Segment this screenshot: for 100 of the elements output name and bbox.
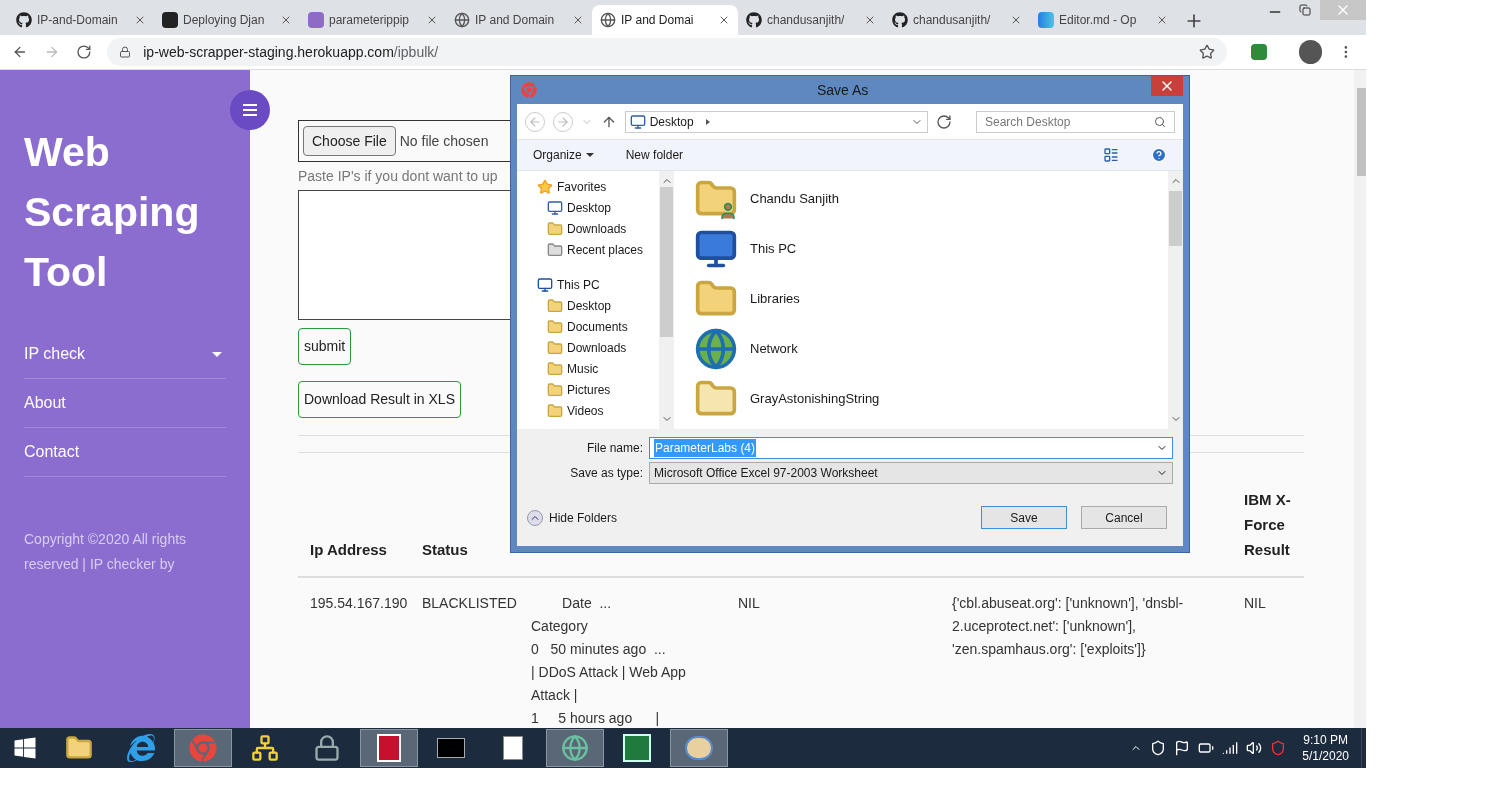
tree-item[interactable]: Desktop [537,295,659,316]
close-icon[interactable] [1010,14,1022,26]
folder-icon [547,297,563,314]
download-button[interactable]: Download Result in XLS [298,381,461,418]
computer-icon [537,276,553,293]
close-icon[interactable] [280,14,292,26]
close-icon[interactable] [426,14,438,26]
flag-icon[interactable] [1174,740,1191,756]
battery-icon[interactable] [1198,740,1215,756]
monitor-icon [629,113,646,130]
tree-item[interactable]: Documents [537,316,659,337]
file-type-dropdown[interactable]: Microsoft Office Excel 97-2003 Worksheet [649,462,1173,484]
file-list-item[interactable]: GrayAstonishingString [694,374,1168,424]
table-cell: BLACKLISTED [422,595,517,611]
globe-icon [454,12,470,28]
tab-title: chandusanjith/ [767,12,845,29]
browser-tab[interactable]: chandusanjith/ [738,5,884,35]
globe-icon [561,734,589,762]
github-icon [746,12,762,28]
nav-link[interactable]: About [24,379,226,428]
avatar[interactable] [1298,40,1323,64]
terminal-icon [437,738,465,758]
browser-tab[interactable]: IP and Domain [446,5,592,35]
tab-title: Editor.md - Op [1059,12,1137,29]
browser-tab[interactable]: IP and Domai [592,5,738,35]
toolbar-button[interactable]: New folder [625,146,684,164]
browser-icon [127,734,155,762]
browser-tab[interactable]: Deploying Djan [154,5,300,35]
cancel-button[interactable]: Cancel [1081,506,1167,529]
refresh-icon[interactable] [936,113,952,130]
toolbar-button[interactable]: Organize [533,146,594,164]
scroll-thumb[interactable] [660,187,673,337]
scrollbar[interactable] [659,171,674,429]
close-icon[interactable] [1156,14,1168,26]
close-icon[interactable] [718,14,730,26]
file-list-item[interactable]: Chandu Sanjith [694,174,1168,224]
recent-folder-icon [547,241,563,258]
browser-tab[interactable]: chandusanjith/ [884,5,1030,35]
reload-icon[interactable] [75,44,92,60]
file-status: No file chosen [399,131,489,151]
view-options-icon[interactable] [1103,147,1119,163]
file-list-item[interactable]: Network [694,324,1168,374]
scrollbar[interactable] [1168,171,1183,429]
download-folder-icon [547,220,563,237]
tree-item[interactable]: Desktop [537,197,659,218]
file-list-item[interactable]: Libraries [694,274,1168,324]
bookmark-star-icon[interactable] [1198,44,1215,60]
close-button[interactable] [1151,76,1183,96]
field-label: File name: [585,440,643,457]
close-icon[interactable] [134,14,146,26]
tree-item[interactable]: Music [537,358,659,379]
folder-icon [547,402,563,419]
shield-icon[interactable] [1150,740,1167,756]
scrollbar[interactable] [1354,70,1366,728]
choose-file-button[interactable]: Choose File [303,126,396,156]
folder-icon [547,360,563,377]
help-icon[interactable] [1151,147,1167,163]
tree-item[interactable]: This PC [537,274,659,295]
tree-item[interactable]: Downloads [537,218,659,239]
monitor-icon [547,199,563,216]
lock-icon [119,46,132,58]
signal-icon[interactable] [1222,740,1239,756]
folder-icon [547,381,563,398]
field-label: Save as type: [569,465,643,482]
table-cell: NIL [1244,595,1266,611]
tree-item[interactable]: Pictures [537,379,659,400]
star-icon [537,178,553,195]
hide-folders-button[interactable]: Hide Folders [527,508,618,527]
tree-item[interactable]: Recent places [537,239,659,260]
volume-icon[interactable] [1246,740,1263,756]
browser-tab[interactable]: Editor.md - Op [1030,5,1176,35]
browser-icon [521,82,537,98]
nav-link[interactable]: IP check [24,330,226,379]
close-icon[interactable] [864,14,876,26]
extension-icon[interactable] [1250,44,1267,60]
browser-tab[interactable]: IP-and-Domain [8,5,154,35]
close-icon[interactable] [572,14,584,26]
clock[interactable]: 9:10 PM 5/1/2020 [1302,732,1349,764]
location-bar[interactable]: Desktop [624,110,929,133]
tree-item[interactable]: Videos [537,400,659,421]
start-icon[interactable] [13,736,37,760]
save-button[interactable]: Save [981,506,1067,529]
scroll-thumb[interactable] [1169,191,1182,246]
browser-icon [189,734,217,762]
globe-icon [694,327,738,371]
breadcrumb-arrow-icon[interactable] [705,118,710,125]
tree-item[interactable]: Favorites [537,176,659,197]
column-header: Ip Address [310,540,387,560]
table-cell: NIL [738,595,760,611]
spreadsheet-icon [623,734,651,762]
tree-item[interactable]: Downloads [537,337,659,358]
file-list-item[interactable]: This PC [694,224,1168,274]
tab-title: chandusanjith/ [913,12,991,29]
back-icon[interactable] [12,44,28,60]
browser-tab[interactable]: parameterippip [300,5,446,35]
search-field[interactable]: Search Desktop [976,110,1175,133]
submit-button[interactable]: submit [298,328,352,365]
address-bar[interactable]: ip-web-scrapper-staging.herokuapp.com/ipbulk/ [107,38,1227,66]
nav-link[interactable]: Contact [24,428,226,477]
paste-hint: Paste IP's if you dont want to up [298,167,498,186]
